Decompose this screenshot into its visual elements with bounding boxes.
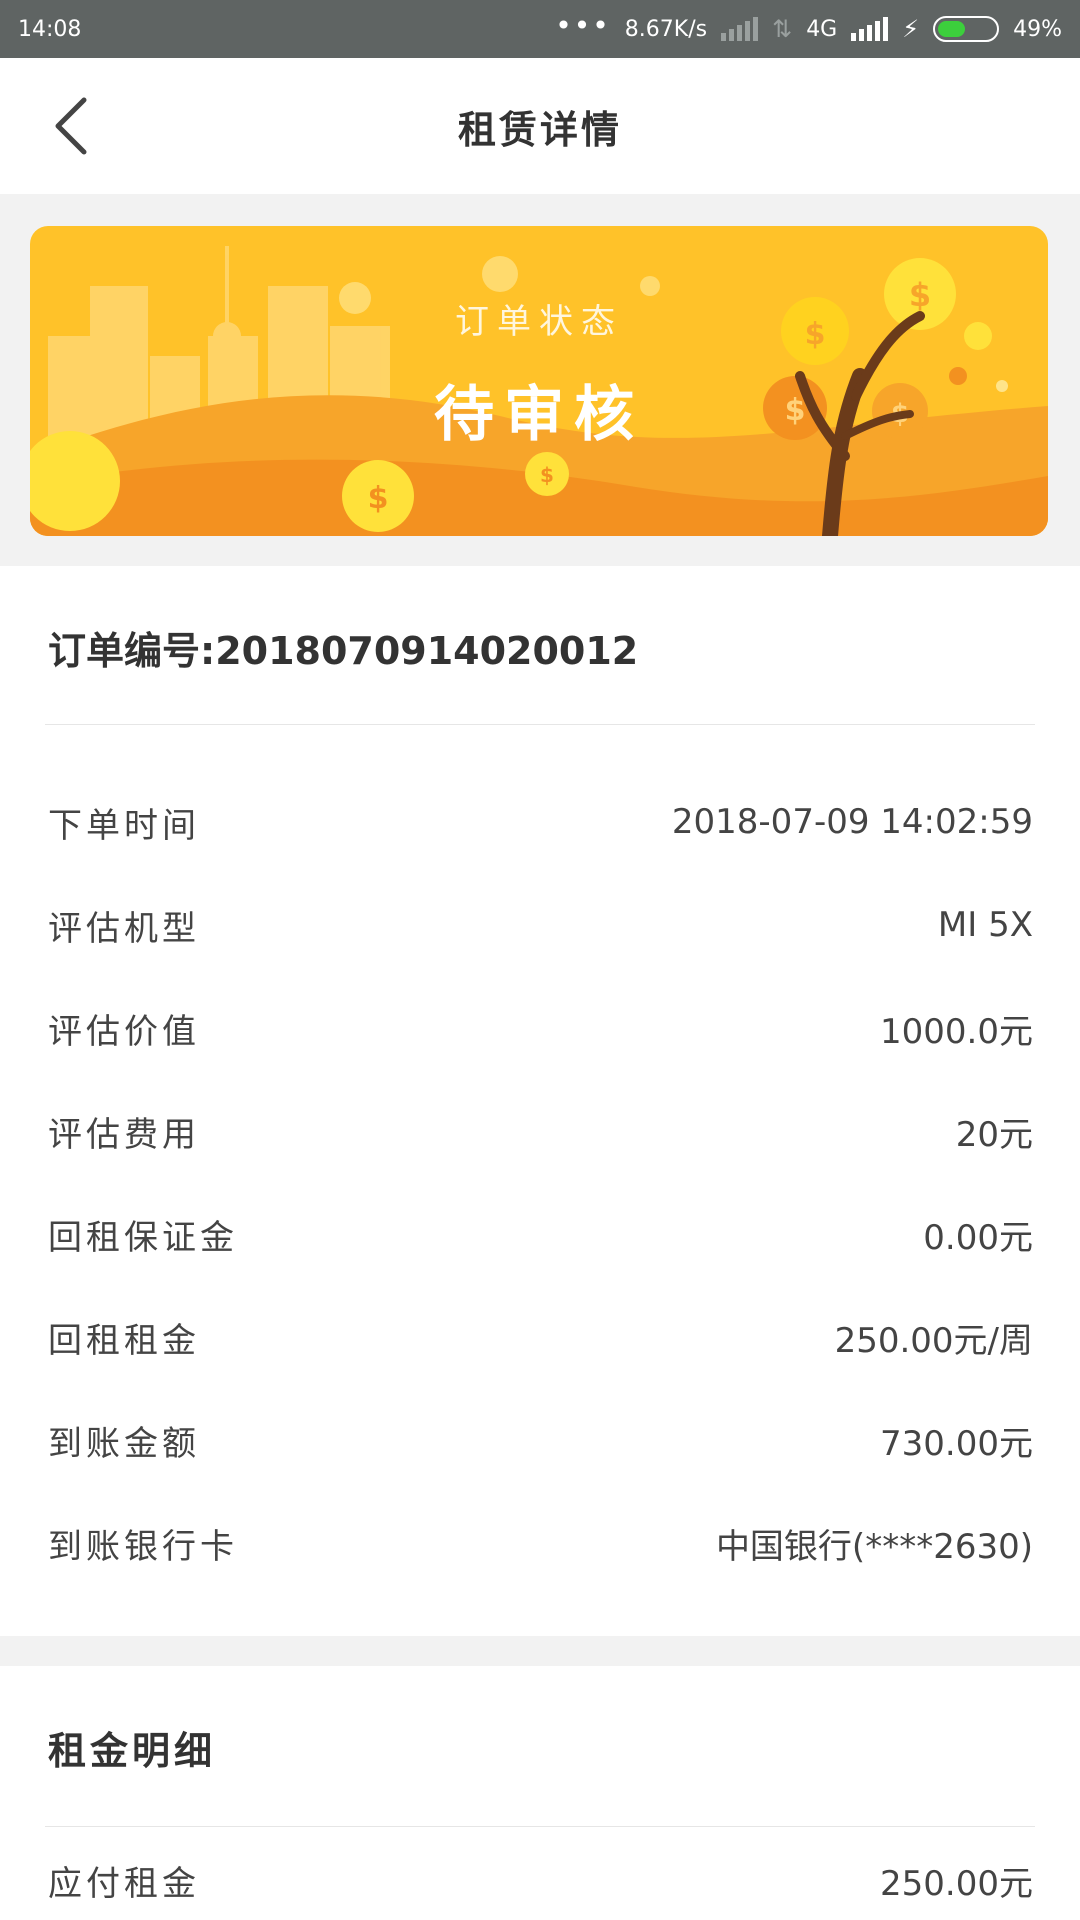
detail-label: 评估价值 (48, 1011, 200, 1052)
detail-label: 评估费用 (48, 1114, 200, 1155)
network-speed: 8.67K/s (624, 16, 708, 42)
more-dots-icon: ••• (555, 8, 611, 42)
detail-value: 250.00元/周 (834, 1320, 1033, 1361)
order-status-banner: $ $ $ $ $ $ 订单状态 待审核 (30, 226, 1048, 536)
back-button[interactable] (48, 94, 98, 158)
detail-value: 730.00元 (880, 1423, 1033, 1464)
battery-icon (933, 16, 1000, 42)
detail-label: 评估机型 (48, 908, 200, 949)
network-type: 4G (806, 16, 838, 42)
data-transfer-icon: ⇅ (772, 15, 793, 43)
order-status-label: 订单状态 (455, 302, 623, 342)
detail-row: 到账金额 730.00元 (48, 1410, 1033, 1470)
detail-label: 回租租金 (48, 1320, 200, 1361)
detail-label: 回租保证金 (48, 1217, 238, 1258)
svg-text:$: $ (368, 481, 389, 516)
status-indicators: ••• 8.67K/s ⇅ 4G ⚡ 49% (555, 9, 1062, 44)
detail-value: 20元 (955, 1114, 1033, 1155)
rent-section-title: 租金明细 (48, 1729, 217, 1773)
detail-label: 到账银行卡 (48, 1526, 238, 1567)
detail-row: 评估费用 20元 (48, 1101, 1033, 1161)
divider (45, 724, 1035, 725)
divider (45, 1826, 1035, 1827)
detail-value: MI 5X (937, 905, 1033, 945)
detail-label: 下单时间 (48, 805, 200, 846)
app-header: 租赁详情 (0, 58, 1080, 194)
detail-value: 0.00元 (923, 1217, 1033, 1258)
order-number: 订单编号:2018070914020012 (48, 629, 639, 673)
detail-value: 1000.0元 (880, 1011, 1033, 1052)
status-time: 14:08 (18, 16, 82, 42)
rent-value: 250.00元 (880, 1863, 1033, 1904)
status-bar: 14:08 ••• 8.67K/s ⇅ 4G ⚡ 49% (0, 0, 1080, 58)
chevron-left-icon (55, 97, 87, 155)
detail-value: 2018-07-09 14:02:59 (671, 802, 1033, 842)
signal-icon-1 (721, 17, 759, 41)
detail-value: 中国银行(****2630) (715, 1526, 1033, 1567)
rent-label: 应付租金 (48, 1863, 200, 1904)
detail-label: 到账金额 (48, 1423, 200, 1464)
svg-text:$: $ (540, 463, 554, 487)
detail-row: 回租租金 250.00元/周 (48, 1307, 1033, 1367)
battery-percent: 49% (1013, 16, 1062, 42)
detail-row: 下单时间 2018-07-09 14:02:59 (48, 792, 1033, 852)
detail-row: 评估价值 1000.0元 (48, 998, 1033, 1058)
detail-row: 评估机型 MI 5X (48, 895, 1033, 955)
charging-icon: ⚡ (902, 15, 920, 43)
order-status-value: 待审核 (434, 380, 644, 450)
page-title: 租赁详情 (457, 107, 622, 152)
signal-icon-2 (851, 17, 889, 41)
detail-row: 到账银行卡 中国银行(****2630) (48, 1513, 1033, 1573)
rent-row: 应付租金 250.00元 (48, 1850, 1033, 1910)
detail-row: 回租保证金 0.00元 (48, 1204, 1033, 1264)
